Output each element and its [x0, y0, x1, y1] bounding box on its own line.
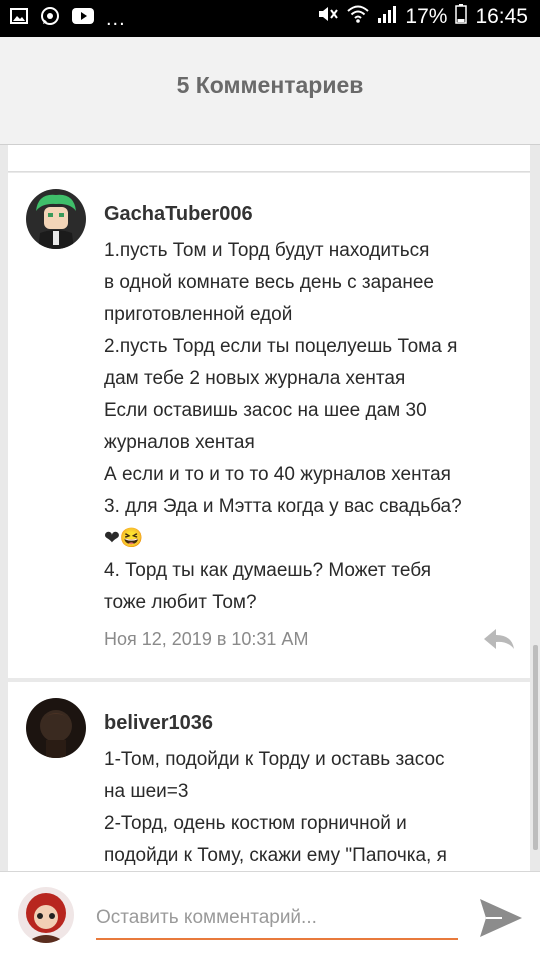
comment-line: 2-Торд, одень костюм горничной и [104, 813, 407, 834]
comments-header: 5 Комментариев [0, 37, 540, 145]
status-bar: ... 17% 16:45 [0, 0, 540, 37]
mute-icon [317, 4, 339, 30]
comment-line: тоже любит Том? [104, 592, 257, 613]
comment-line-emoji: ❤😆 [104, 528, 144, 549]
comment-body: 1-Том, подойди к Торду и оставь засос на… [104, 744, 519, 871]
comment-line: 2.пусть Торд если ты поцелуешь Тома я [104, 336, 458, 357]
comments-list[interactable]: GachaTuber006 1.пусть Том и Торд будут н… [0, 145, 540, 871]
comment-line: 1.пусть Том и Торд будут находиться [104, 240, 430, 261]
whatsapp-icon [40, 6, 60, 31]
avatar[interactable] [26, 698, 86, 758]
comment-line: А если и то и то то 40 журналов хентая [104, 464, 451, 485]
youtube-icon [72, 8, 94, 29]
comment-line: на шеи=3 [104, 781, 189, 802]
comment-line: в одной комнате весь день с заранее [104, 272, 434, 293]
avatar[interactable] [26, 189, 86, 249]
reply-icon[interactable] [482, 627, 516, 656]
comment-card-previous [8, 145, 530, 172]
wifi-icon [347, 5, 370, 29]
comment-line: 3. для Эда и Мэтта когда у вас свадьба? [104, 496, 462, 517]
battery-percent: 17% [405, 5, 448, 28]
comment-line: дам тебе 2 новых журнала хентая [104, 368, 406, 389]
comment-card: beliver1036 1-Том, подойди к Торду и ост… [8, 682, 530, 871]
comment-input-bar [0, 871, 540, 961]
comment-line: подойди к Тому, скажи ему "Папочка, я [104, 845, 447, 866]
comment-line: 1-Том, подойди к Торду и оставь засос [104, 749, 445, 770]
comment-author[interactable]: GachaTuber006 [104, 203, 253, 226]
comment-input[interactable] [96, 898, 458, 940]
signal-icon [377, 5, 397, 29]
comment-line: приготовленной едой [104, 304, 293, 325]
send-icon[interactable] [478, 896, 524, 940]
comment-author[interactable]: beliver1036 [104, 712, 213, 735]
comment-date: Ноя 12, 2019 в 10:31 AM [104, 629, 309, 649]
more-notifications: ... [106, 7, 126, 30]
comment-line: 4. Торд ты как думаешь? Может тебя [104, 560, 432, 581]
image-icon [10, 8, 28, 29]
user-avatar [18, 887, 74, 943]
comment-line: Если оставишь засос на шее дам 30 [104, 400, 427, 421]
scrollbar[interactable] [533, 645, 538, 850]
comment-line: журналов хентая [104, 432, 255, 453]
comment-body: 1.пусть Том и Торд будут находиться в од… [104, 235, 519, 619]
clock: 16:45 [475, 5, 528, 28]
comment-card: GachaTuber006 1.пусть Том и Торд будут н… [8, 173, 530, 678]
page-title: 5 Комментариев [176, 72, 364, 98]
battery-icon [455, 4, 468, 30]
